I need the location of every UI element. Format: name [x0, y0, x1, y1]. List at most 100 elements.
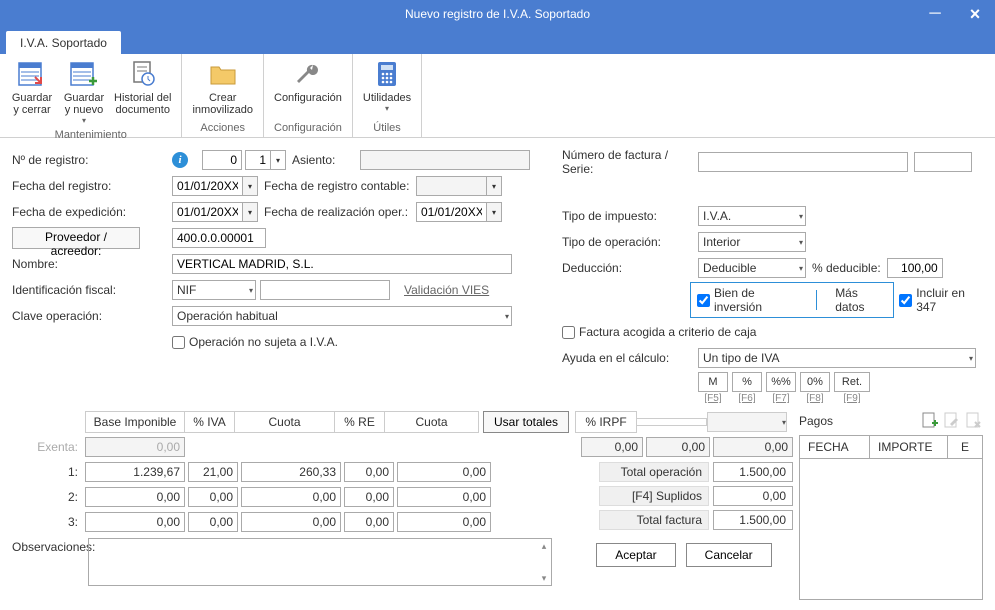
label-fecha-registro: Fecha del registro: [12, 179, 172, 193]
proveedor-button[interactable]: Proveedor / acreedor: [12, 227, 140, 249]
validacion-vies-link[interactable]: Validación VIES [404, 283, 489, 297]
page-delete-icon[interactable] [965, 412, 983, 430]
calc-pctpct-button[interactable]: %% [766, 372, 796, 392]
n-registro-drop[interactable]: ▾ [271, 150, 286, 170]
r2-cuota2[interactable]: 0,00 [397, 487, 491, 507]
highlight-box: Bien de inversión Más datos [690, 282, 894, 318]
configuracion-button[interactable]: Configuración [270, 56, 346, 120]
pagos-title: Pagos [799, 414, 917, 428]
r1-pre[interactable]: 0,00 [344, 462, 394, 482]
calc-zero-button[interactable]: 0% [800, 372, 830, 392]
r1-base[interactable]: 1.239,67 [85, 462, 185, 482]
label-asiento: Asiento: [286, 153, 360, 167]
minimize-button[interactable]: ─ [915, 0, 955, 28]
deduccion-combo[interactable]: Deducible▾ [698, 258, 806, 278]
page-add-icon[interactable] [921, 412, 939, 430]
incluir-347-checkbox[interactable] [899, 294, 912, 307]
fecha-expedicion-input[interactable] [172, 202, 242, 222]
n-registro-b-input[interactable] [245, 150, 271, 170]
r3-piva[interactable]: 0,00 [188, 512, 238, 532]
irpf-combo[interactable]: ▾ [707, 412, 787, 432]
label-num-factura: Número de factura / Serie: [562, 148, 698, 176]
label-incluir-347: Incluir en 347 [916, 286, 983, 314]
historial-button[interactable]: Historial del documento [110, 56, 175, 127]
utilidades-button[interactable]: Utilidades ▾ [359, 56, 415, 120]
usar-totales-button[interactable]: Usar totales [483, 411, 569, 433]
scroll-up-icon[interactable]: ▴ [537, 539, 551, 553]
r1-piva[interactable]: 21,00 [188, 462, 238, 482]
irpf-b[interactable]: 0,00 [646, 437, 710, 457]
scroll-down-icon[interactable]: ▾ [537, 571, 551, 585]
r1-cuota[interactable]: 260,33 [241, 462, 341, 482]
label-suplidos[interactable]: [F4] Suplidos [599, 486, 709, 506]
fecha-reg-contable-input[interactable] [416, 176, 486, 196]
r3-pre[interactable]: 0,00 [344, 512, 394, 532]
ribbon-group-configuracion: Configuración [270, 120, 346, 137]
calc-pct-button[interactable]: % [732, 372, 762, 392]
fecha-expedicion-drop[interactable]: ▾ [242, 202, 258, 222]
ribbon-tabstrip: I.V.A. Soportado [0, 28, 995, 54]
r3-cuota[interactable]: 0,00 [241, 512, 341, 532]
total-factura: 1.500,00 [713, 510, 793, 530]
tipo-impuesto-combo[interactable]: I.V.A.▾ [698, 206, 806, 226]
r2-base[interactable]: 0,00 [85, 487, 185, 507]
nombre-input[interactable] [172, 254, 512, 274]
exenta-base[interactable]: 0,00 [85, 437, 185, 457]
row-1-label: 1: [12, 465, 82, 479]
row-2-label: 2: [12, 490, 82, 504]
r2-piva[interactable]: 0,00 [188, 487, 238, 507]
aceptar-button[interactable]: Aceptar [596, 543, 675, 567]
serie-input[interactable] [914, 152, 972, 172]
id-fiscal-input[interactable] [260, 280, 390, 300]
pct-deducible-input[interactable] [887, 258, 943, 278]
clave-op-combo[interactable]: Operación habitual▾ [172, 306, 512, 326]
r2-cuota[interactable]: 0,00 [241, 487, 341, 507]
fecha-real-oper-drop[interactable]: ▾ [486, 202, 502, 222]
op-no-sujeta-checkbox[interactable] [172, 336, 185, 349]
label-bien-inversion: Bien de inversión [714, 286, 798, 314]
info-icon[interactable]: i [172, 152, 188, 168]
num-factura-input[interactable] [698, 152, 908, 172]
fecha-registro-input[interactable] [172, 176, 242, 196]
label-n-registro: Nº de registro: [12, 153, 172, 167]
label-observaciones: Observaciones: [12, 538, 88, 586]
ribbon-group-acciones: Acciones [188, 120, 257, 137]
page-edit-icon[interactable] [943, 412, 961, 430]
calc-m-button[interactable]: M [698, 372, 728, 392]
crear-inmovilizado-button[interactable]: Crear inmovilizado [188, 56, 257, 120]
close-button[interactable]: × [955, 0, 995, 28]
mas-datos-link[interactable]: Más datos [835, 286, 886, 314]
asiento-input[interactable] [360, 150, 530, 170]
fecha-reg-contable-drop[interactable]: ▾ [486, 176, 502, 196]
tab-iva-soportado[interactable]: I.V.A. Soportado [6, 31, 121, 54]
calculator-icon [371, 58, 403, 90]
r2-pre[interactable]: 0,00 [344, 487, 394, 507]
r1-cuota2[interactable]: 0,00 [397, 462, 491, 482]
r3-cuota2[interactable]: 0,00 [397, 512, 491, 532]
save-new-icon [68, 58, 100, 90]
pagos-grid[interactable]: FECHA IMPORTE E [799, 435, 983, 600]
fecha-real-oper-input[interactable] [416, 202, 486, 222]
label-total-factura: Total factura [599, 510, 709, 530]
ribbon: Guardar y cerrar Guardar y nuevo ▾ Histo… [0, 54, 995, 138]
id-fiscal-tipo-combo[interactable]: NIF▾ [172, 280, 256, 300]
factura-caja-checkbox[interactable] [562, 326, 575, 339]
n-registro-a-input[interactable] [202, 150, 242, 170]
label-nombre: Nombre: [12, 257, 172, 271]
guardar-nuevo-button[interactable]: Guardar y nuevo ▾ [58, 56, 110, 127]
observaciones-textarea[interactable]: ▴ ▾ [88, 538, 552, 586]
proveedor-input[interactable] [172, 228, 266, 248]
cancelar-button[interactable]: Cancelar [686, 543, 772, 567]
r3-base[interactable]: 0,00 [85, 512, 185, 532]
folder-icon [207, 58, 239, 90]
tipo-operacion-combo[interactable]: Interior▾ [698, 232, 806, 252]
irpf-a[interactable]: 0,00 [581, 437, 643, 457]
irpf-c[interactable]: 0,00 [713, 437, 793, 457]
label-fecha-reg-contable: Fecha de registro contable: [258, 179, 416, 193]
guardar-cerrar-button[interactable]: Guardar y cerrar [6, 56, 58, 127]
bien-inversion-checkbox[interactable] [697, 294, 710, 307]
fecha-registro-drop[interactable]: ▾ [242, 176, 258, 196]
ayuda-calculo-combo[interactable]: Un tipo de IVA▾ [698, 348, 976, 368]
calc-ret-button[interactable]: Ret. [834, 372, 870, 392]
suplidos[interactable]: 0,00 [713, 486, 793, 506]
